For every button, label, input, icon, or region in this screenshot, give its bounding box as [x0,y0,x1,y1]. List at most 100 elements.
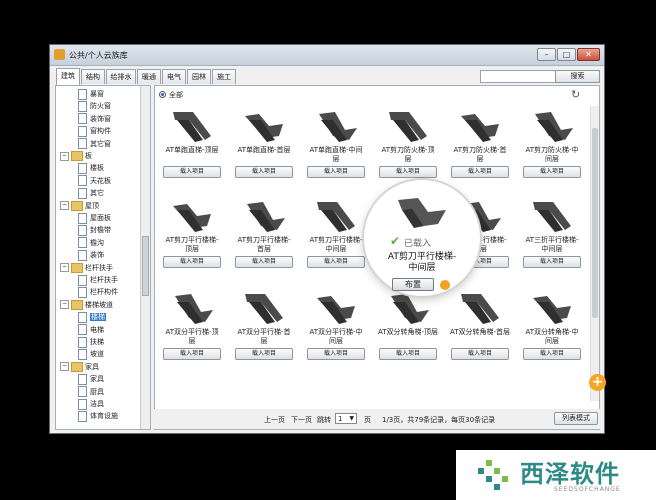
next-page-link[interactable]: 下一页 [291,415,312,425]
collapse-icon[interactable]: − [60,263,69,273]
load-project-button[interactable]: 载入项目 [163,166,221,178]
load-project-button[interactable]: 载入项目 [523,166,581,178]
tab-construction[interactable]: 施工 [212,69,236,84]
maximize-button[interactable]: □ [557,48,576,61]
collapse-icon[interactable]: − [60,201,69,211]
load-project-button[interactable]: 载入项目 [235,348,293,360]
family-card[interactable]: AT双分转角梯-中 间层 载入项目 [519,286,585,376]
place-button[interactable]: 布置 [392,278,434,291]
family-card-name: AT单跑直梯-首层 [237,146,291,154]
tree-item[interactable]: 暴窗 [78,88,104,100]
tree-item[interactable]: 坡道 [78,348,104,360]
family-card[interactable]: AT双分转角梯-顶层载入项目 [375,286,441,376]
collapse-icon[interactable]: − [60,300,69,310]
family-file-icon [78,224,87,236]
load-project-button[interactable]: 载入项目 [379,166,437,178]
minimize-button[interactable]: – [537,48,556,61]
load-project-button[interactable]: 载入项目 [523,256,581,268]
tree-item[interactable]: 栏杆构件 [78,286,118,298]
tree-folder[interactable]: − 屋顶 [60,200,99,212]
tree-folder[interactable]: − 栏杆扶手 [60,262,113,274]
collapse-icon[interactable]: − [60,151,69,161]
family-card[interactable]: AT双分转角梯-首层 载入项目 [447,286,513,376]
load-project-button[interactable]: 载入项目 [307,348,365,360]
tree-item[interactable]: 屋面板 [78,212,111,224]
tree-item[interactable]: 电梯 [78,324,104,336]
stair-thumbnail-icon [247,202,285,232]
tab-plumbing[interactable]: 给排水 [106,69,136,84]
tree-folder[interactable]: − 家具 [60,361,99,373]
family-card[interactable]: AT剪刀防火梯-中 间层 载入项目 [519,104,585,194]
watermark-subtitle: SEEDSOFCHANGE [554,486,621,493]
family-card[interactable]: AT单跑直梯-中间 层载入项目 [303,104,369,194]
tab-structure[interactable]: 结构 [81,69,105,84]
load-project-button[interactable]: 载入项目 [235,166,293,178]
load-project-button[interactable]: 载入项目 [163,348,221,360]
family-card[interactable]: AT双分平行梯-中 间层载入项目 [303,286,369,376]
tree-item[interactable]: 栏杆扶手 [78,274,118,286]
load-project-button[interactable]: 载入项目 [235,256,293,268]
tree-scrollbar[interactable] [140,86,150,429]
tree-folder[interactable]: − 楼梯坡道 [60,299,113,311]
load-project-button[interactable]: 载入项目 [451,166,509,178]
tree-item[interactable]: 楼梯 [78,311,106,323]
family-card[interactable]: AT双分平行梯-首 层载入项目 [231,286,297,376]
grid-scroll-thumb[interactable] [592,128,598,318]
tree-item[interactable]: 家具 [78,373,104,385]
tree-item[interactable]: 洁具 [78,398,104,410]
family-card-name: AT双分平行梯-中 间层 [309,328,363,345]
stair-thumbnail-icon [173,112,211,142]
family-card[interactable]: AT剪刀平行楼梯- 顶层 载入项目 [159,194,225,284]
pager-bar: 上一页 下一页 跳转 1 ▼ 页 1/3页，共79条记录，每页30条记录 列表模… [154,409,600,429]
family-file-icon [78,324,87,336]
collapse-icon[interactable]: − [60,362,69,372]
family-card[interactable]: AT单跑直梯-顶层 载入项目 [159,104,225,194]
tab-hvac[interactable]: 暖通 [137,69,161,84]
load-project-button[interactable]: 载入项目 [379,348,437,360]
family-card-name: AT双分转角梯-顶层 [377,328,439,336]
load-project-button[interactable]: 载入项目 [307,256,365,268]
tree-scroll-thumb[interactable] [142,236,149,296]
tree-item-label: 封檐带 [90,226,111,235]
tab-landscape[interactable]: 园林 [187,69,211,84]
load-project-button[interactable]: 载入项目 [451,348,509,360]
tree-item[interactable]: 装饰窗 [78,113,111,125]
family-card[interactable]: AT剪刀防火梯-首 层载入项目 [447,104,513,194]
grid-scrollbar[interactable] [590,106,599,401]
tree-item[interactable]: 体育设施 [78,410,118,422]
tree-item[interactable]: 厨具 [78,386,104,398]
load-project-button[interactable]: 载入项目 [163,256,221,268]
tree-item[interactable]: 楼板 [78,162,104,174]
tree-item[interactable]: 防火窗 [78,100,111,112]
watermark-logo-icon [478,460,508,490]
tree-item[interactable]: 窗构件 [78,125,111,137]
tree-item[interactable]: 其它窗 [78,138,111,150]
search-button[interactable]: 搜索 [555,70,600,83]
tree-item[interactable]: 天花板 [78,175,111,187]
tree-item[interactable]: 装饰 [78,249,104,261]
load-project-button[interactable]: 载入项目 [307,166,365,178]
stair-thumbnail-icon [461,294,499,324]
tree-item-label: 电梯 [90,325,104,334]
refresh-icon[interactable]: ↻ [571,88,580,101]
list-mode-button[interactable]: 列表模式 [554,412,598,425]
tree-item[interactable]: 檐沟 [78,237,104,249]
family-card[interactable]: AT双分平行梯-顶 层载入项目 [159,286,225,376]
tree-item[interactable]: 其它 [78,187,104,199]
family-card[interactable]: AT三折平行楼梯- 中间层 载入项目 [519,194,585,284]
prev-page-link[interactable]: 上一页 [264,415,285,425]
load-project-button[interactable]: 载入项目 [523,348,581,360]
family-card[interactable]: AT单跑直梯-首层载入项目 [231,104,297,194]
tab-electrical[interactable]: 电气 [162,69,186,84]
family-card[interactable]: AT剪刀平行楼梯- 中间层载入项目 [303,194,369,284]
tree-item[interactable]: 扶梯 [78,336,104,348]
tree-item[interactable]: 封檐带 [78,224,111,236]
all-radio[interactable] [159,91,166,98]
stair-thumbnail-icon [389,112,427,142]
close-button[interactable]: ✕ [577,48,600,61]
page-select[interactable]: 1 ▼ [335,413,357,424]
tab-architecture[interactable]: 建筑 [56,68,80,85]
family-card[interactable]: AT剪刀平行楼梯- 首层 载入项目 [231,194,297,284]
tree-folder[interactable]: − 板 [60,150,92,162]
add-icon[interactable]: + [589,374,606,391]
